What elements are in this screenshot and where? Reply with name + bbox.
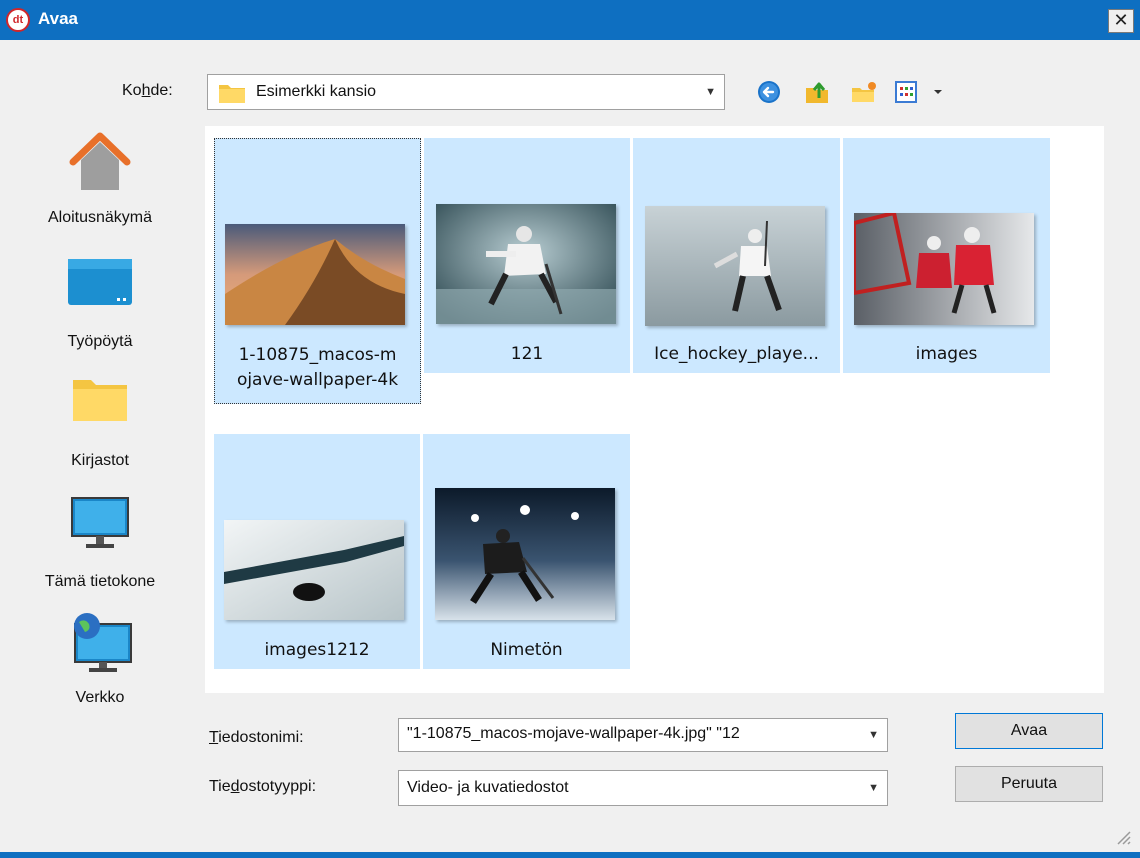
- app-logo-icon: dt: [6, 8, 30, 32]
- desktop-icon: [68, 259, 132, 305]
- file-name: Ice_hockey_playe...: [654, 344, 819, 364]
- location-combo[interactable]: Esimerkki kansio ▼: [207, 74, 725, 110]
- filename-input[interactable]: "1-10875_macos-mojave-wallpaper-4k.jpg" …: [407, 725, 852, 743]
- sidebar-item-home[interactable]: Aloitusnäkymä: [0, 130, 200, 227]
- file-name: Nimetön: [490, 640, 563, 660]
- computer-icon: [71, 497, 129, 548]
- network-icon: [74, 613, 132, 672]
- file-name: images: [915, 344, 978, 364]
- file-name: images1212: [264, 640, 370, 660]
- sidebar-item-network[interactable]: Verkko: [0, 612, 200, 707]
- cancel-button[interactable]: Peruuta: [955, 766, 1103, 802]
- filename-combo[interactable]: "1-10875_macos-mojave-wallpaper-4k.jpg" …: [398, 718, 888, 752]
- sidebar-item-this-pc[interactable]: Tämä tietokone: [0, 496, 200, 591]
- sidebar-item-label: Tämä tietokone: [44, 573, 156, 590]
- sidebar-item-desktop[interactable]: Työpöytä: [0, 258, 200, 351]
- filetype-value: Video- ja kuvatiedostot: [407, 779, 569, 796]
- sidebar-item-label: Kirjastot: [71, 452, 129, 469]
- view-menu-icon[interactable]: [894, 80, 944, 104]
- file-item[interactable]: Nimetön: [423, 434, 630, 669]
- close-button[interactable]: ✕: [1108, 9, 1134, 33]
- sidebar-item-label: Verkko: [75, 689, 125, 706]
- folder-icon: [219, 85, 245, 103]
- filename-label: Tiedostonimi:: [209, 729, 304, 746]
- open-button[interactable]: Avaa: [955, 713, 1103, 749]
- window-bottom-border: [0, 852, 1140, 858]
- chevron-down-icon[interactable]: ▼: [868, 729, 879, 741]
- filetype-combo[interactable]: Video- ja kuvatiedostot ▼: [398, 770, 888, 806]
- thumbnail-image: [854, 213, 1034, 325]
- location-label: Kohde:: [122, 82, 173, 99]
- thumbnail-image: [225, 224, 405, 325]
- resize-grip-icon[interactable]: [1114, 828, 1132, 846]
- file-item[interactable]: Ice_hockey_playe...: [633, 138, 840, 373]
- thumbnail-image: [436, 204, 616, 324]
- file-item[interactable]: 1-10875_macos-m ojave-wallpaper-4k: [214, 138, 421, 404]
- file-name: ojave-wallpaper-4k: [236, 370, 399, 390]
- file-name: 121: [510, 344, 544, 364]
- file-item[interactable]: images: [843, 138, 1050, 373]
- sidebar-item-libraries[interactable]: Kirjastot: [0, 377, 200, 470]
- sidebar-item-label: Aloitusnäkymä: [47, 209, 153, 226]
- home-icon: [69, 132, 131, 190]
- up-folder-icon[interactable]: [803, 80, 831, 104]
- new-folder-icon[interactable]: [850, 80, 878, 104]
- thumbnail-image: [435, 488, 615, 620]
- sidebar-item-label: Työpöytä: [67, 333, 133, 350]
- libraries-folder-icon: [73, 380, 127, 421]
- location-value: Esimerkki kansio: [256, 83, 377, 100]
- window-title: Avaa: [38, 9, 79, 28]
- file-item[interactable]: 121: [424, 138, 630, 373]
- file-item[interactable]: images1212: [214, 434, 420, 669]
- thumbnail-image: [645, 206, 825, 326]
- chevron-down-icon[interactable]: ▼: [705, 86, 716, 98]
- thumbnail-image: [224, 520, 404, 620]
- title-bar: dt Avaa ✕: [0, 0, 1140, 40]
- chevron-down-icon[interactable]: ▼: [868, 782, 879, 794]
- filetype-label: Tiedostotyyppi:: [209, 778, 317, 795]
- back-icon[interactable]: [756, 80, 784, 104]
- file-name: 1-10875_macos-m: [238, 345, 397, 365]
- file-list[interactable]: 1-10875_macos-m ojave-wallpaper-4k 121 I…: [205, 126, 1104, 693]
